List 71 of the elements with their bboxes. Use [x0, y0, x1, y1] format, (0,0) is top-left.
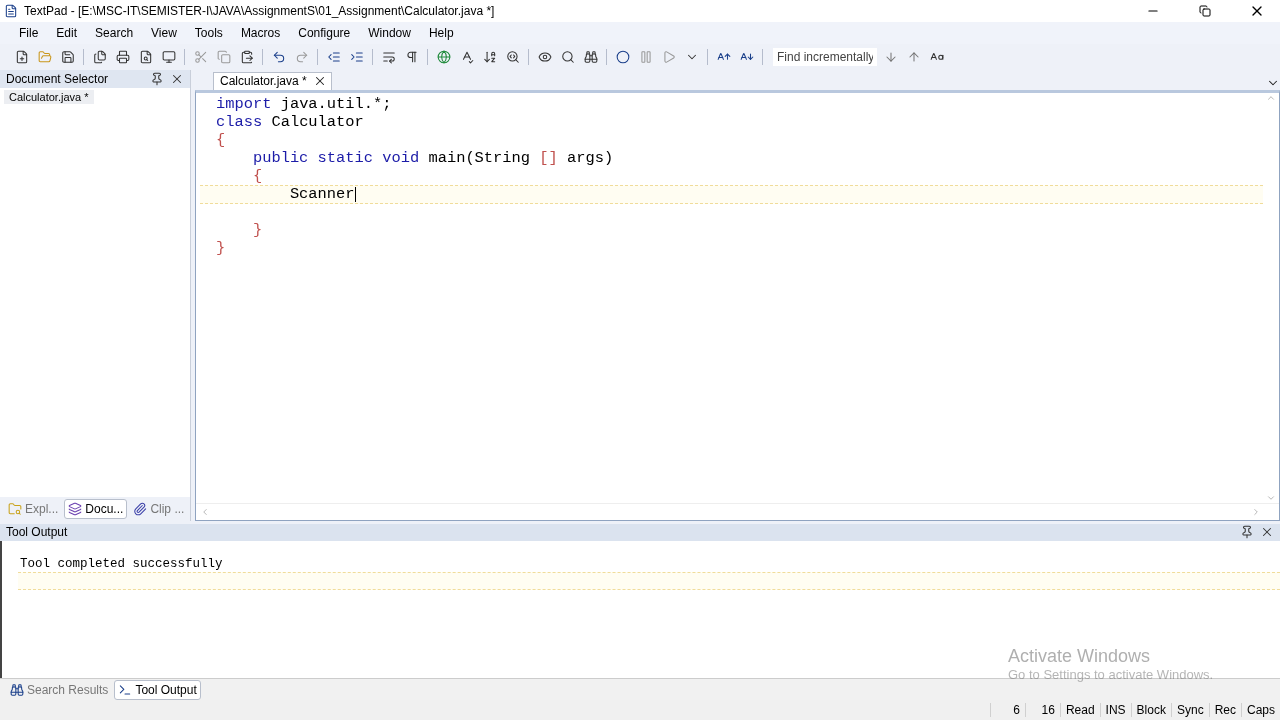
code-line: public static void main(String [] args): [251, 148, 615, 168]
paste-icon: [239, 50, 254, 65]
menu-item[interactable]: Window: [359, 24, 420, 43]
documents-icon: [92, 50, 107, 65]
new-file-icon: [14, 50, 29, 65]
status-field: Block: [1130, 703, 1171, 718]
binoculars-icon: [583, 50, 598, 65]
output-line: Tool completed successfully: [19, 556, 224, 574]
code-line: }: [251, 220, 264, 240]
status-field: INS: [1099, 703, 1131, 718]
panel-tab[interactable]: Expl...: [4, 498, 63, 519]
status-field: Read: [1059, 703, 1100, 718]
print-preview-icon: [138, 50, 153, 65]
pin-icon: [1240, 525, 1254, 540]
indent-icon: [349, 50, 364, 65]
pin-icon: [150, 71, 164, 86]
document-tab[interactable]: Calculator.java *: [213, 71, 332, 90]
app-icon: [4, 4, 18, 18]
menu-item[interactable]: File: [10, 24, 48, 43]
search-icon: [560, 50, 575, 65]
tool-output-icon: [118, 682, 133, 697]
play-icon: [661, 50, 676, 65]
code-line: {: [215, 130, 227, 150]
menu-item[interactable]: Configure: [289, 24, 360, 43]
menu-item[interactable]: Search: [86, 24, 143, 43]
window-title: TextPad - [E:\MSC-IT\SEMISTER-I\JAVA\AssignmentS\01_Assignment\Calculator.java *]: [24, 4, 496, 18]
undo-icon: [271, 50, 286, 65]
monitor-icon: [161, 50, 176, 65]
activation-title: Activate Windows: [1008, 646, 1152, 667]
activation-hint: Go to Settings to activate Windows.: [1008, 667, 1214, 682]
copy-icon: [216, 50, 231, 65]
printer-icon: [115, 50, 130, 65]
menu-item[interactable]: View: [142, 24, 186, 43]
panel-tab[interactable]: Clip ...: [129, 498, 189, 519]
panel-title: Document Selector: [6, 71, 110, 86]
code-line: import java.util.*;: [215, 94, 393, 114]
output-tab[interactable]: Search Results: [6, 679, 113, 700]
panel-title: Tool Output: [6, 525, 69, 540]
status-field: 16: [1024, 703, 1060, 718]
pause-icon: [638, 50, 653, 65]
document-item[interactable]: Calculator.java *: [4, 89, 94, 104]
record-icon: [615, 50, 630, 65]
menu-item[interactable]: Edit: [47, 24, 87, 43]
menu-item[interactable]: Help: [419, 24, 463, 43]
status-field: Caps: [1241, 703, 1280, 718]
status-field: Rec: [1208, 703, 1241, 718]
save-icon: [60, 50, 75, 65]
code-line: }: [215, 238, 227, 258]
open-folder-icon: [37, 50, 52, 65]
find-in-files-icon: [505, 50, 520, 65]
cut-icon: [193, 50, 208, 65]
search-results-icon: [10, 682, 24, 697]
clip-icon: [133, 501, 148, 516]
redo-icon: [294, 50, 309, 65]
restore-icon: [1199, 5, 1211, 17]
output-tab[interactable]: Tool Output: [114, 679, 201, 700]
documents-icon: [68, 501, 83, 516]
explorer-icon: [8, 501, 22, 516]
pilcrow-icon: [404, 50, 419, 65]
menu-item[interactable]: Macros: [231, 24, 290, 43]
status-field: Sync: [1170, 703, 1209, 718]
eye-icon: [537, 50, 552, 65]
status-field: 6: [989, 703, 1025, 718]
wrap-icon: [381, 50, 396, 65]
sort-icon: [482, 50, 497, 65]
outdent-icon: [326, 50, 341, 65]
globe-icon: [436, 50, 451, 65]
menu-item[interactable]: Tools: [185, 24, 232, 43]
code-line: class Calculator: [215, 112, 365, 132]
code-line: {: [251, 166, 264, 186]
panel-tab[interactable]: Docu...: [64, 498, 128, 519]
